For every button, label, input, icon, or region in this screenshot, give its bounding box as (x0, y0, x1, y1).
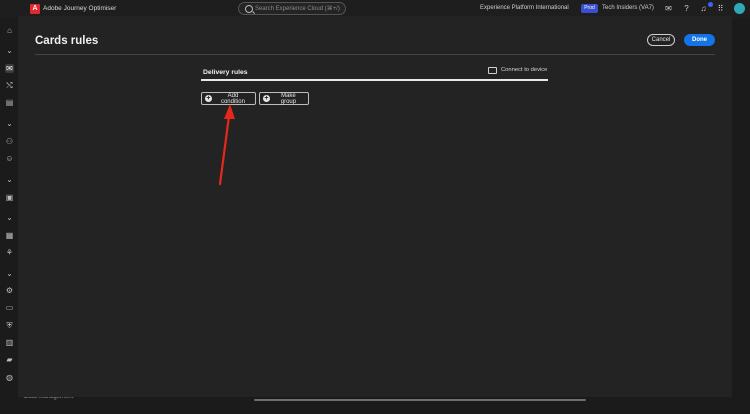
annotation-arrow-icon (218, 104, 235, 186)
